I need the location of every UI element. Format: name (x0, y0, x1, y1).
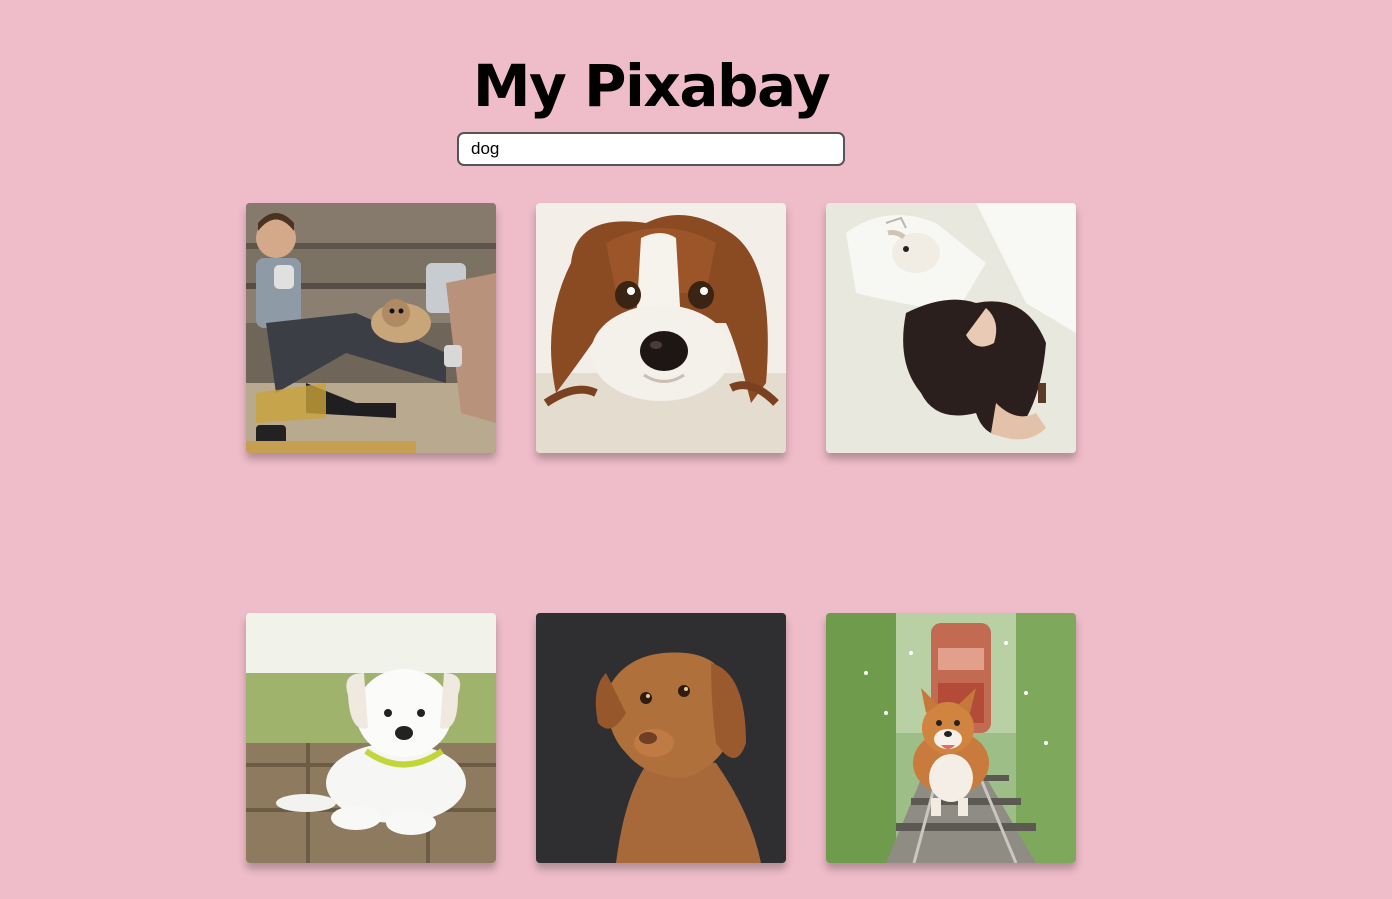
corgi-on-tracks-image (826, 613, 1076, 863)
result-image-5[interactable] (536, 613, 786, 863)
result-image-1[interactable] (246, 203, 496, 453)
result-image-2[interactable] (536, 203, 786, 453)
man-and-woman-with-pug-image (246, 203, 496, 453)
search-input[interactable] (457, 132, 845, 166)
result-image-4[interactable] (246, 613, 496, 863)
white-puppy-image (246, 613, 496, 863)
result-image-6[interactable] (826, 613, 1076, 863)
result-image-3[interactable] (826, 203, 1076, 453)
cavalier-spaniel-image (536, 203, 786, 453)
page-title: My Pixabay (472, 52, 831, 120)
woman-lying-with-dog-image (826, 203, 1076, 453)
vizsla-dog-image (536, 613, 786, 863)
